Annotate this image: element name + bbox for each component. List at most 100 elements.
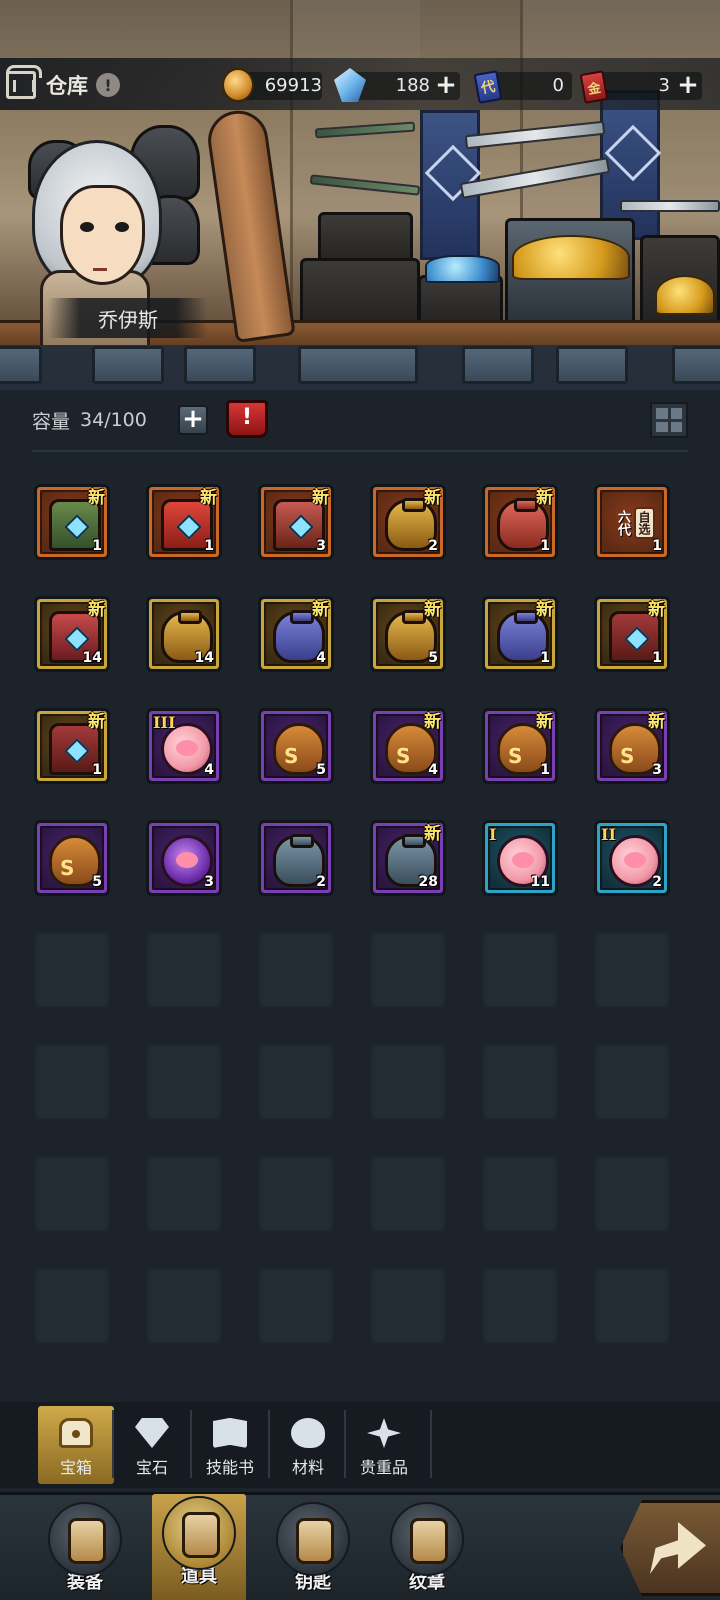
coin-value: 69913 bbox=[264, 75, 322, 96]
item-count: 1 bbox=[204, 538, 214, 554]
page-title: 仓库 bbox=[46, 74, 88, 98]
plank bbox=[556, 346, 628, 384]
crystal-value: 188 bbox=[395, 75, 430, 96]
item-count: 2 bbox=[428, 538, 438, 554]
new-tag: 新 bbox=[312, 488, 329, 508]
empty-slot[interactable] bbox=[370, 1156, 446, 1232]
tab-valuables[interactable]: 贵重品 bbox=[346, 1406, 422, 1484]
item-count: 14 bbox=[194, 650, 214, 666]
inventory-item-egg-bag[interactable]: III 4 bbox=[146, 708, 222, 784]
character-name[interactable]: 乔伊斯 bbox=[48, 298, 208, 338]
empty-slot[interactable] bbox=[34, 932, 110, 1008]
tab-book[interactable]: 技能书 bbox=[192, 1406, 268, 1484]
tab-chest[interactable]: 宝箱 bbox=[38, 1406, 114, 1484]
tab-separator bbox=[430, 1410, 432, 1478]
inventory-item-gold-jar[interactable]: 新5 bbox=[370, 596, 446, 672]
empty-slot[interactable] bbox=[370, 1044, 446, 1120]
inventory-item-blue-jar[interactable]: 新1 bbox=[482, 596, 558, 672]
tab-material[interactable]: 材料 bbox=[270, 1406, 346, 1484]
item-count: 3 bbox=[652, 762, 662, 778]
empty-slot[interactable] bbox=[594, 1044, 670, 1120]
inventory-item-green-helmet-chest[interactable]: 新1 bbox=[34, 484, 110, 560]
inventory-item-coin-bag[interactable]: 新1 bbox=[482, 708, 558, 784]
alert-box-icon[interactable]: ! bbox=[226, 400, 268, 438]
empty-slot[interactable] bbox=[594, 932, 670, 1008]
inventory-item-coin-bag[interactable]: 5 bbox=[258, 708, 334, 784]
item-count: 5 bbox=[316, 762, 326, 778]
empty-slot[interactable] bbox=[370, 1268, 446, 1344]
empty-slot[interactable] bbox=[34, 1044, 110, 1120]
empty-slot[interactable] bbox=[146, 1268, 222, 1344]
inventory-item-crest-chest[interactable]: 新 14 bbox=[34, 596, 110, 672]
emblem-icon bbox=[390, 1502, 464, 1576]
nav-equipment[interactable]: 装备 bbox=[38, 1500, 132, 1600]
gold-pile-prop bbox=[512, 235, 630, 280]
inventory-item-gold-jar[interactable]: 新2 bbox=[370, 484, 446, 560]
empty-slot[interactable] bbox=[482, 1268, 558, 1344]
empty-slot[interactable] bbox=[594, 1156, 670, 1232]
grid-view-toggle[interactable] bbox=[650, 402, 688, 438]
empty-slot[interactable] bbox=[370, 932, 446, 1008]
gold-pile-prop bbox=[655, 275, 715, 315]
empty-slot[interactable] bbox=[258, 1268, 334, 1344]
item-count: 3 bbox=[316, 538, 326, 554]
inventory-item-coin-bag[interactable]: 新3 bbox=[594, 708, 670, 784]
expand-capacity-button[interactable]: + bbox=[178, 405, 208, 435]
inventory-item-steel-jar[interactable]: 新 28 bbox=[370, 820, 446, 896]
inventory-item-purple-gem-bag[interactable]: 3 bbox=[146, 820, 222, 896]
inventory-item-red-jar[interactable]: 新1 bbox=[482, 484, 558, 560]
inventory-item-gold-jar[interactable]: 14 bbox=[146, 596, 222, 672]
plank bbox=[0, 346, 42, 384]
info-icon[interactable]: ! bbox=[96, 73, 120, 97]
plank bbox=[672, 346, 720, 384]
new-tag: 新 bbox=[424, 712, 441, 732]
inventory-item-red-chest[interactable]: 新3 bbox=[258, 484, 334, 560]
new-tag: 新 bbox=[88, 712, 105, 732]
add-red-card-button[interactable]: + bbox=[674, 72, 702, 100]
tab-separator bbox=[190, 1410, 192, 1478]
item-count: 1 bbox=[540, 762, 550, 778]
inventory-item-ribbon-chest[interactable]: 新1 bbox=[594, 596, 670, 672]
empty-slot[interactable] bbox=[482, 932, 558, 1008]
empty-slot[interactable] bbox=[258, 1044, 334, 1120]
empty-slot[interactable] bbox=[146, 1044, 222, 1120]
axe-prop bbox=[204, 106, 296, 344]
character-eye bbox=[80, 222, 94, 232]
inventory-item-coin-bag[interactable]: 5 bbox=[34, 820, 110, 896]
empty-slot[interactable] bbox=[258, 1156, 334, 1232]
sword-prop bbox=[620, 200, 720, 212]
nav-emblem[interactable]: 纹章 bbox=[380, 1500, 474, 1600]
item-count: 1 bbox=[652, 650, 662, 666]
inventory-item-blue-jar[interactable]: 新4 bbox=[258, 596, 334, 672]
new-tag: 新 bbox=[88, 600, 105, 620]
stamp-left-text: 六代 bbox=[615, 510, 630, 536]
add-crystal-button[interactable]: + bbox=[432, 72, 460, 100]
red-card-icon: 金 bbox=[579, 70, 609, 104]
empty-slot[interactable] bbox=[594, 1268, 670, 1344]
empty-slot[interactable] bbox=[482, 1044, 558, 1120]
item-count: 1 bbox=[540, 650, 550, 666]
inventory-item-egg-bag[interactable]: I 11 bbox=[482, 820, 558, 896]
item-count: 3 bbox=[204, 874, 214, 890]
empty-slot[interactable] bbox=[482, 1156, 558, 1232]
blue-card-icon: 代 bbox=[473, 70, 503, 104]
new-tag: 新 bbox=[88, 488, 105, 508]
empty-slot[interactable] bbox=[34, 1156, 110, 1232]
empty-slot[interactable] bbox=[146, 932, 222, 1008]
empty-slot[interactable] bbox=[146, 1156, 222, 1232]
nav-key[interactable]: 钥匙 bbox=[266, 1500, 360, 1600]
inventory-item-ribbon-chest[interactable]: 新1 bbox=[34, 708, 110, 784]
empty-slot[interactable] bbox=[258, 932, 334, 1008]
tab-label: 宝箱 bbox=[59, 1458, 92, 1477]
inventory-item-select-chest[interactable]: 六代 自选 1 bbox=[594, 484, 670, 560]
inventory-item-steel-jar[interactable]: 2 bbox=[258, 820, 334, 896]
inventory-item-royal-crest-chest[interactable]: 新1 bbox=[146, 484, 222, 560]
empty-slot[interactable] bbox=[34, 1268, 110, 1344]
new-tag: 新 bbox=[200, 488, 217, 508]
tab-gem[interactable]: 宝石 bbox=[114, 1406, 190, 1484]
inventory-item-egg-bag[interactable]: II 2 bbox=[594, 820, 670, 896]
key-icon bbox=[276, 1502, 350, 1576]
inventory-item-coin-bag[interactable]: 新4 bbox=[370, 708, 446, 784]
nav-items[interactable]: 道具 bbox=[152, 1494, 246, 1600]
item-count: 5 bbox=[92, 874, 102, 890]
